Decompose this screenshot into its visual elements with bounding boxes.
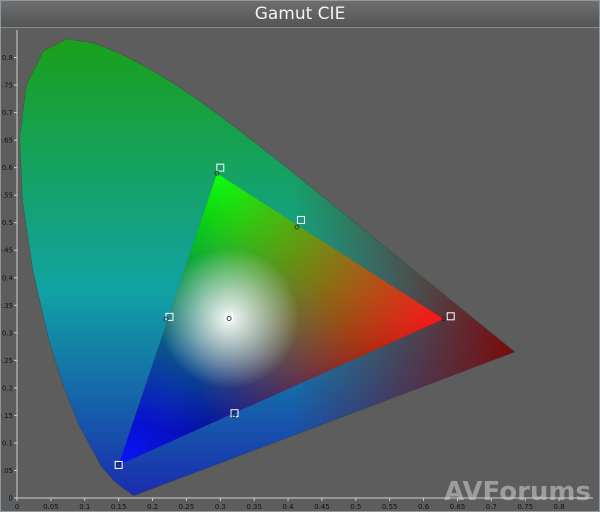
x-tick-label: 0.2: [147, 503, 158, 511]
x-tick-label: 0.5: [350, 503, 361, 511]
y-tick-label: 0.35: [1, 302, 13, 310]
y-tick-label: 0.8: [2, 54, 13, 62]
x-tick-label: 0.55: [382, 503, 398, 511]
x-tick-label: 0.25: [179, 503, 195, 511]
y-tick-label: 0.75: [1, 82, 13, 90]
x-tick-label: 0.1: [79, 503, 90, 511]
x-tick-label: 0.35: [246, 503, 262, 511]
y-tick-label: 0.4: [2, 274, 14, 282]
chart-window: Gamut CIE 0 0.05 0.1 0.15 0.2 0.25 0.3 0…: [0, 0, 600, 512]
x-tick-label: 0.45: [314, 503, 330, 511]
x-tick-label: 0.4: [282, 503, 294, 511]
y-tick-label: 0.25: [1, 357, 13, 365]
y-tick-label: 0.05: [1, 467, 13, 475]
x-tick-label: 0.15: [111, 503, 127, 511]
x-tick-label: 0.3: [215, 503, 226, 511]
watermark-logo: AVForums: [444, 477, 591, 507]
y-tick-label: 0.1: [2, 439, 13, 447]
y-tick-label: 0.3: [2, 329, 13, 337]
y-tick-label: 0.2: [2, 384, 13, 392]
x-tick-label: 0: [15, 503, 19, 511]
window-title: Gamut CIE: [1, 1, 599, 28]
y-tick-label: 0: [9, 495, 13, 503]
y-tick-label: 0.6: [2, 164, 14, 172]
y-tick-label: 0.7: [2, 109, 13, 117]
y-tick-label: 0.45: [1, 247, 13, 255]
y-tick-label: 0.5: [2, 219, 13, 227]
cie-chart: 0 0.05 0.1 0.15 0.2 0.25 0.3 0.35 0.4 0.45 0.5 0.55…: [1, 30, 593, 511]
y-tick-label: 0.65: [1, 137, 13, 145]
x-tick-label: 0.05: [43, 503, 59, 511]
y-tick-label: 0.55: [1, 192, 13, 200]
x-tick-label: 0.6: [418, 503, 430, 511]
y-tick-label: 0.15: [1, 412, 13, 420]
